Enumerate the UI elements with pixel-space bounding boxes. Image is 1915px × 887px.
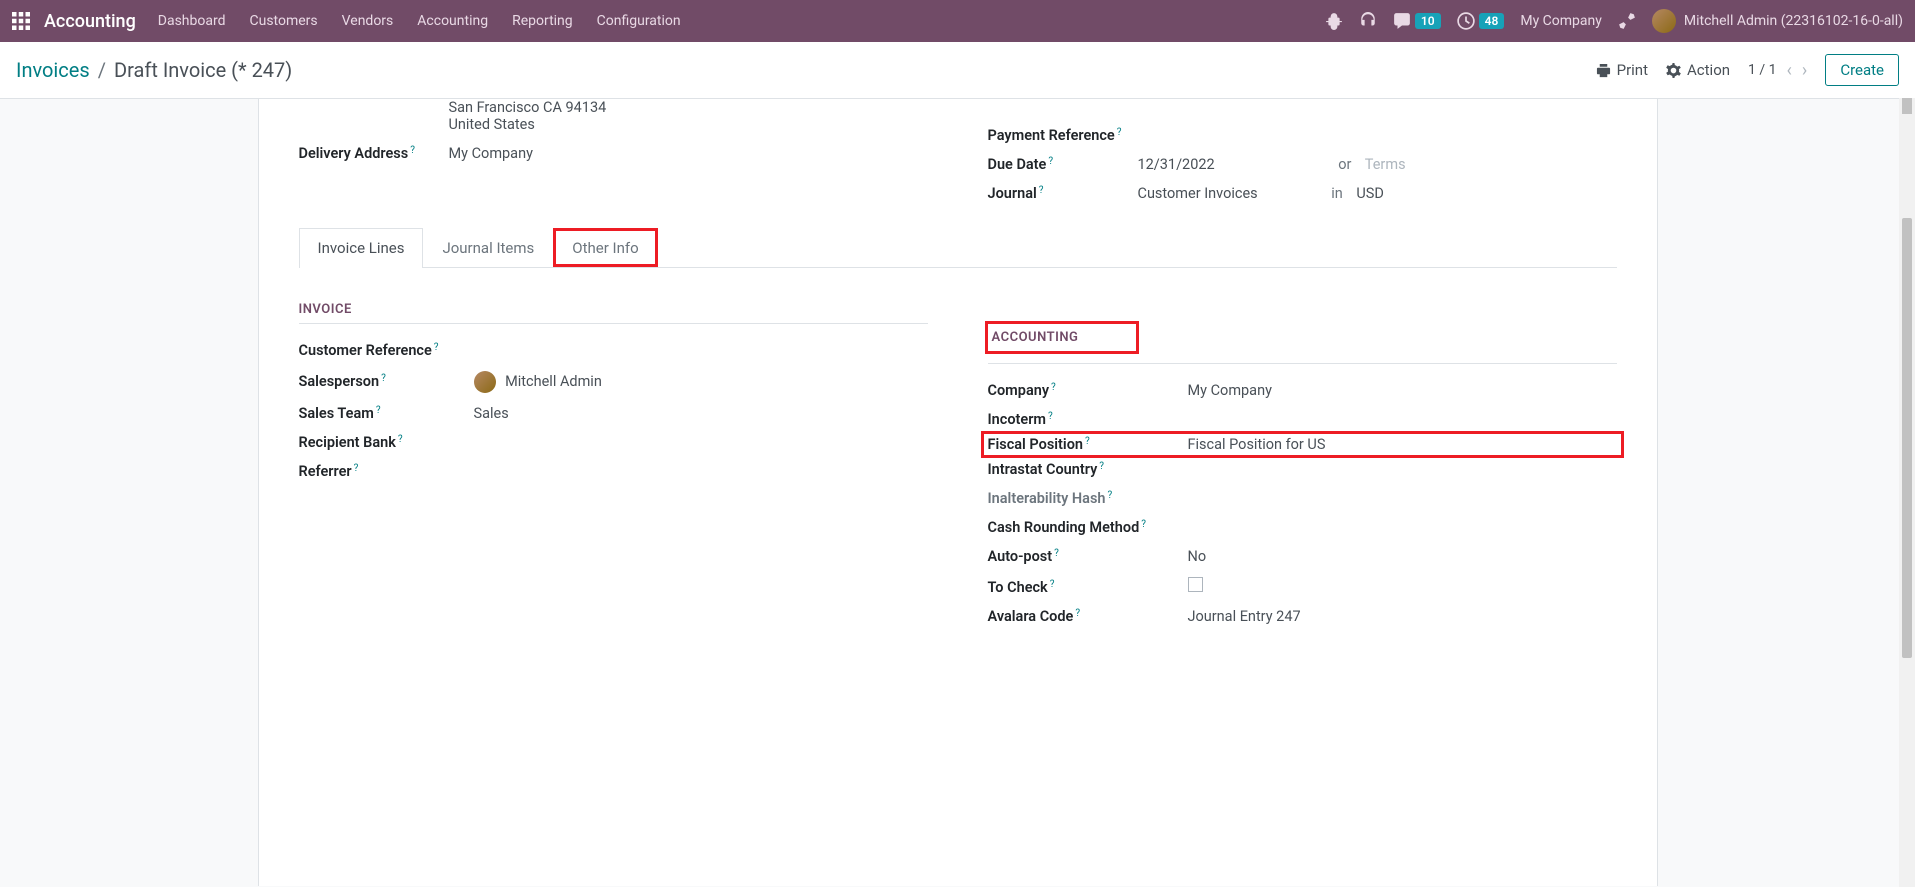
breadcrumb-invoices[interactable]: Invoices (16, 58, 90, 82)
salesperson-avatar-icon (474, 371, 496, 393)
delivery-address-value[interactable]: My Company (449, 145, 928, 162)
tabs-bar: Invoice Lines Journal Items Other Info (299, 228, 1617, 268)
tools-icon[interactable] (1618, 12, 1636, 30)
nav-configuration[interactable]: Configuration (597, 13, 681, 29)
controlbar: Invoices / Draft Invoice (* 247) Print A… (0, 42, 1915, 99)
breadcrumb-current: Draft Invoice (* 247) (114, 58, 292, 82)
user-menu[interactable]: Mitchell Admin (22316102-16-0-all) (1652, 9, 1903, 33)
gear-icon (1666, 63, 1681, 78)
pager-count: 1 / 1 (1748, 62, 1776, 78)
cash-rounding-label: Cash Rounding Method? (988, 519, 1188, 536)
due-date-label: Due Date? (988, 156, 1138, 173)
due-date-value[interactable]: 12/31/2022 (1138, 156, 1215, 173)
address-city: San Francisco CA 94134 (449, 99, 928, 116)
delivery-address-label: Delivery Address? (299, 145, 449, 162)
to-check-checkbox[interactable] (1188, 577, 1203, 592)
avalara-code-value[interactable]: Journal Entry 247 (1188, 608, 1617, 625)
journal-row: Customer Invoices in USD (1138, 185, 1617, 202)
pager-prev[interactable]: ‹ (1787, 60, 1792, 81)
other-info-tab-content: INVOICE Customer Reference? Salesperson?… (299, 268, 1617, 631)
bug-icon[interactable] (1325, 12, 1343, 30)
print-button[interactable]: Print (1596, 61, 1648, 79)
messages-badge: 10 (1415, 13, 1441, 29)
header-left-col: San Francisco CA 94134 United States Del… (299, 99, 928, 208)
topbar-left: Accounting Dashboard Customers Vendors A… (12, 11, 681, 32)
topbar-right: 10 48 My Company Mitchell Admin (2231610… (1325, 9, 1903, 33)
fiscal-position-label: Fiscal Position? (988, 436, 1188, 453)
user-name: Mitchell Admin (22316102-16-0-all) (1684, 13, 1903, 29)
tab-journal-items[interactable]: Journal Items (423, 228, 553, 267)
apps-icon[interactable] (12, 12, 30, 30)
salesperson-value[interactable]: Mitchell Admin (474, 371, 928, 393)
avalara-code-label: Avalara Code? (988, 608, 1188, 625)
header-right-col: Payment Reference? Due Date? 12/31/2022 … (988, 99, 1617, 208)
tab-other-info[interactable]: Other Info (553, 228, 657, 267)
clock-icon (1457, 12, 1475, 30)
intrastat-label: Intrastat Country? (988, 461, 1188, 478)
customer-address: San Francisco CA 94134 United States (449, 99, 928, 133)
nav-reporting[interactable]: Reporting (512, 13, 573, 29)
tab-invoice-lines[interactable]: Invoice Lines (299, 228, 424, 268)
company-selector[interactable]: My Company (1520, 13, 1602, 29)
activities-badge: 48 (1479, 13, 1505, 29)
app-name[interactable]: Accounting (44, 11, 136, 32)
print-icon (1596, 63, 1611, 78)
to-check-label: To Check? (988, 579, 1188, 596)
messages-icon (1393, 12, 1411, 30)
sales-team-label: Sales Team? (299, 405, 474, 422)
due-or: or (1338, 156, 1351, 173)
topbar: Accounting Dashboard Customers Vendors A… (0, 0, 1915, 42)
salesperson-label: Salesperson? (299, 373, 474, 390)
controlbar-right: Print Action 1 / 1 ‹ › Create (1596, 54, 1899, 86)
pager: 1 / 1 ‹ › (1748, 60, 1807, 81)
pager-next[interactable]: › (1802, 60, 1807, 81)
fiscal-position-value[interactable]: Fiscal Position for US (1188, 436, 1617, 453)
nav-customers[interactable]: Customers (250, 13, 318, 29)
referrer-label: Referrer? (299, 463, 474, 480)
incoterm-label: Incoterm? (988, 411, 1188, 428)
nav-dashboard[interactable]: Dashboard (158, 13, 226, 29)
recipient-bank-label: Recipient Bank? (299, 434, 474, 451)
nav-accounting[interactable]: Accounting (417, 13, 488, 29)
invoice-section-header: INVOICE (299, 296, 928, 324)
due-terms-hint[interactable]: Terms (1365, 156, 1406, 173)
fiscal-position-row: Fiscal Position? Fiscal Position for US (984, 434, 1621, 455)
support-icon[interactable] (1359, 12, 1377, 30)
invoice-section: INVOICE Customer Reference? Salesperson?… (299, 268, 928, 631)
journal-currency[interactable]: USD (1356, 185, 1384, 202)
journal-in: in (1331, 185, 1343, 202)
scrollbar[interactable] (1899, 98, 1915, 887)
breadcrumb-sep: / (98, 58, 106, 82)
inalterability-label: Inalterability Hash? (988, 490, 1188, 507)
breadcrumb: Invoices / Draft Invoice (* 247) (16, 58, 292, 82)
accounting-section-header: ACCOUNTING (988, 324, 1137, 351)
address-country: United States (449, 116, 928, 133)
payment-ref-label: Payment Reference? (988, 127, 1138, 144)
accounting-section: ACCOUNTING Company? My Company Incoterm?… (988, 268, 1617, 631)
journal-label: Journal? (988, 185, 1138, 202)
action-button[interactable]: Action (1666, 61, 1730, 79)
messages-button[interactable]: 10 (1393, 12, 1441, 30)
form-sheet: San Francisco CA 94134 United States Del… (258, 99, 1658, 886)
sales-team-value[interactable]: Sales (474, 405, 928, 422)
company-label: Company? (988, 382, 1188, 399)
action-label: Action (1687, 61, 1730, 79)
customer-ref-label: Customer Reference? (299, 342, 474, 359)
to-check-value[interactable] (1188, 577, 1617, 596)
user-avatar-icon (1652, 9, 1676, 33)
activities-button[interactable]: 48 (1457, 12, 1505, 30)
due-date-row: 12/31/2022 or Terms (1138, 156, 1617, 173)
company-value[interactable]: My Company (1188, 382, 1617, 399)
nav-menu: Dashboard Customers Vendors Accounting R… (158, 13, 681, 29)
header-fields: San Francisco CA 94134 United States Del… (299, 99, 1617, 208)
nav-vendors[interactable]: Vendors (342, 13, 394, 29)
create-button[interactable]: Create (1825, 54, 1899, 86)
auto-post-label: Auto-post? (988, 548, 1188, 565)
auto-post-value[interactable]: No (1188, 548, 1617, 565)
scrollbar-thumb[interactable] (1902, 218, 1912, 658)
content-scroll[interactable]: San Francisco CA 94134 United States Del… (0, 99, 1915, 886)
print-label: Print (1617, 61, 1648, 79)
journal-value[interactable]: Customer Invoices (1138, 185, 1258, 202)
